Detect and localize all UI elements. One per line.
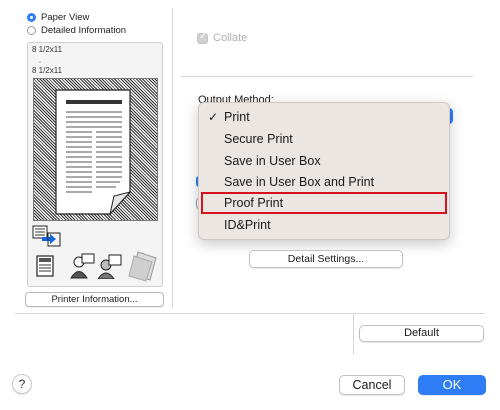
radio-selected-icon bbox=[27, 13, 36, 22]
collate-checkbox[interactable]: ✓ Collate bbox=[197, 30, 248, 44]
cancel-button[interactable]: Cancel bbox=[339, 375, 405, 395]
paper-preview-icon bbox=[55, 89, 132, 216]
users-icon bbox=[70, 253, 122, 279]
menu-item-secure-print[interactable]: Secure Print bbox=[224, 132, 293, 146]
menu-item-print[interactable]: Print bbox=[224, 110, 250, 124]
checkbox-icon: ✓ bbox=[197, 30, 208, 44]
file-stack-icon bbox=[128, 251, 157, 282]
menu-item-save-in-user-box-and-print[interactable]: Save in User Box and Print bbox=[224, 175, 374, 189]
radio-unselected-icon bbox=[27, 26, 36, 35]
output-paper-size: 8 1/2x11 bbox=[32, 66, 63, 75]
panel-divider bbox=[172, 8, 173, 308]
proof-print-highlight bbox=[201, 192, 447, 214]
menu-item-id-print[interactable]: ID&Print bbox=[224, 218, 271, 232]
bottom-divider bbox=[15, 313, 485, 314]
default-button[interactable]: Default bbox=[359, 325, 484, 342]
original-paper-size: 8 1/2x11 bbox=[32, 45, 63, 54]
selected-checkmark-icon: ✓ bbox=[208, 110, 219, 124]
ok-button[interactable]: OK bbox=[418, 375, 486, 395]
detail-settings-button[interactable]: Detail Settings... bbox=[249, 250, 403, 268]
paper-view-label: Paper View bbox=[41, 12, 90, 23]
paper-view-radio[interactable]: Paper View bbox=[27, 12, 89, 23]
chevron-down-icon: ⌄ bbox=[37, 58, 43, 65]
printer-information-button[interactable]: Printer Information... bbox=[25, 292, 164, 307]
output-tray-icon bbox=[32, 225, 61, 247]
default-divider bbox=[353, 314, 354, 354]
section-divider bbox=[180, 76, 473, 77]
detailed-information-label: Detailed Information bbox=[41, 25, 127, 36]
detailed-information-radio[interactable]: Detailed Information bbox=[27, 25, 126, 36]
collate-label: Collate bbox=[213, 32, 248, 44]
menu-item-save-in-user-box[interactable]: Save in User Box bbox=[224, 154, 321, 168]
help-icon[interactable]: ? bbox=[12, 374, 32, 394]
document-icon bbox=[36, 255, 54, 277]
